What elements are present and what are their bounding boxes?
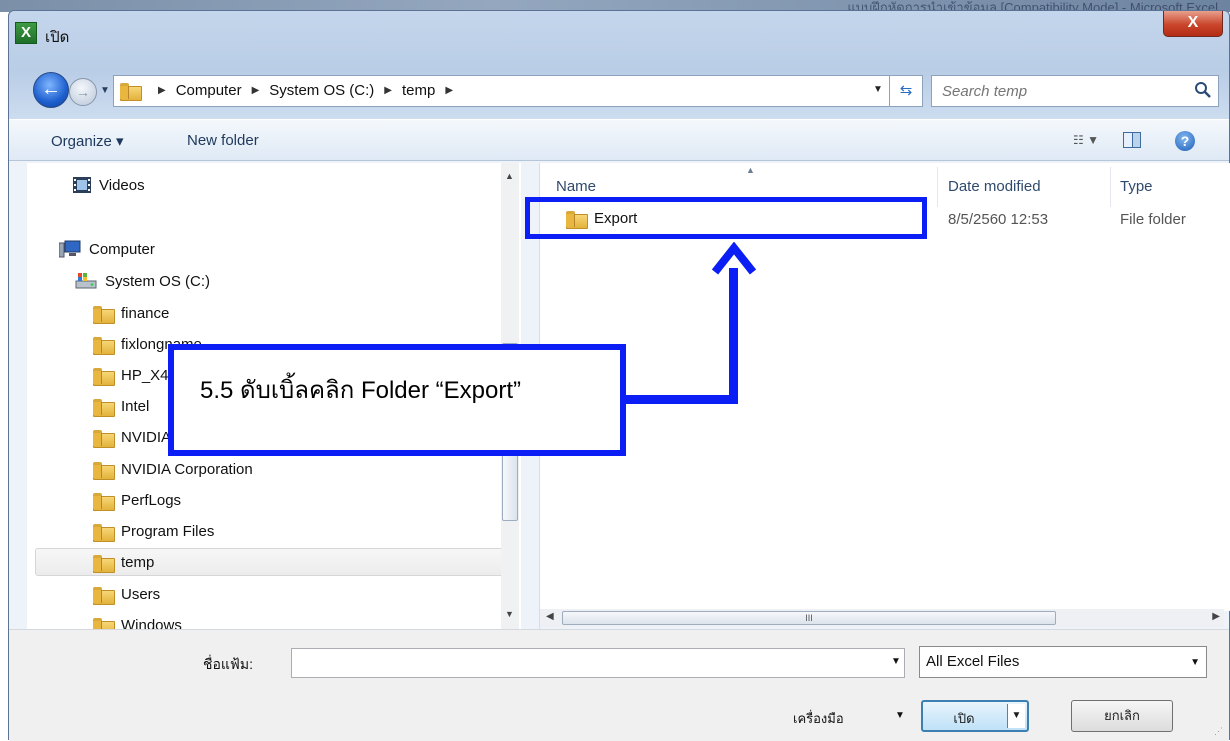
tree-item-folder[interactable]: Intel bbox=[93, 392, 149, 420]
breadcrumb-item-computer[interactable]: Computer bbox=[176, 82, 242, 99]
filename-input[interactable] bbox=[291, 648, 905, 678]
resize-grip-icon[interactable]: ⋰ bbox=[1214, 726, 1223, 737]
file-type: File folder bbox=[1120, 211, 1186, 228]
annotation-arrow-shaft bbox=[729, 268, 738, 404]
tree-label: Intel bbox=[121, 397, 150, 415]
tree-label: PerfLogs bbox=[121, 491, 182, 509]
command-bar: Organize ▾ New folder ☷ ▼ ? bbox=[9, 119, 1229, 161]
dialog-footer: ชื่อแฟ้ม: ▼ All Excel Files ▼ เครื่องมือ… bbox=[9, 629, 1229, 741]
search-icon[interactable] bbox=[1194, 81, 1212, 99]
file-type-value: All Excel Files bbox=[926, 653, 1020, 670]
chevron-down-icon: ▼ bbox=[1190, 657, 1200, 668]
breadcrumb-chevron-icon[interactable]: ▶ bbox=[445, 85, 453, 96]
breadcrumb-item-temp[interactable]: temp bbox=[402, 82, 435, 99]
annotation-arrow-connector bbox=[620, 395, 738, 404]
open-button-label: เปิด bbox=[953, 711, 975, 726]
breadcrumb: ▶ Computer ▶ System OS (C:) ▶ temp ▶ bbox=[158, 82, 454, 99]
tree-label: NVIDIA bbox=[121, 428, 172, 446]
folder-icon bbox=[93, 586, 115, 605]
tree-item-folder[interactable]: PerfLogs bbox=[93, 486, 181, 514]
videos-icon bbox=[73, 177, 91, 193]
recent-pages-dropdown[interactable]: ▼ bbox=[100, 85, 110, 96]
refresh-button[interactable]: ⇆ bbox=[889, 75, 923, 107]
folder-icon bbox=[93, 305, 115, 324]
tree-label: Computer bbox=[89, 240, 155, 258]
column-header-name[interactable]: Name bbox=[556, 178, 596, 195]
column-header-type[interactable]: Type bbox=[1120, 178, 1153, 195]
tree-item-drive[interactable]: System OS (C:) bbox=[75, 267, 210, 295]
dialog-titlebar[interactable]: X เปิด X bbox=[9, 11, 1229, 61]
tree-item-folder[interactable]: Users bbox=[93, 580, 160, 608]
folder-icon bbox=[93, 617, 115, 629]
tree-label: NVIDIA Corporation bbox=[121, 460, 253, 478]
tree-label: temp bbox=[121, 553, 155, 571]
computer-icon bbox=[59, 240, 81, 258]
horizontal-scrollbar[interactable]: ◀ III ▶ bbox=[540, 609, 1224, 627]
filename-dropdown-icon[interactable]: ▼ bbox=[891, 656, 901, 667]
folder-icon bbox=[93, 429, 115, 448]
search-input[interactable] bbox=[940, 82, 1180, 101]
folder-icon bbox=[93, 336, 115, 355]
tree-item-folder[interactable]: Program Files bbox=[93, 517, 214, 545]
tree-label: Windows bbox=[121, 616, 182, 630]
file-date: 8/5/2560 12:53 bbox=[948, 211, 1049, 228]
scroll-up-icon[interactable]: ▲ bbox=[505, 171, 514, 181]
tree-item-folder[interactable]: Windows bbox=[93, 611, 182, 629]
folder-icon bbox=[93, 367, 115, 386]
open-options-dropdown-icon[interactable]: ▼ bbox=[1007, 704, 1025, 728]
excel-icon: X bbox=[15, 22, 37, 44]
file-type-select[interactable]: All Excel Files ▼ bbox=[919, 646, 1207, 678]
sort-arrow-icon: ▲ bbox=[746, 165, 755, 175]
drive-icon bbox=[75, 273, 97, 289]
tree-item-folder[interactable]: NVIDIA bbox=[93, 423, 171, 451]
forward-button[interactable]: → bbox=[69, 78, 97, 106]
change-view-icon[interactable]: ☷ ▼ bbox=[1073, 133, 1099, 147]
close-button[interactable]: X bbox=[1163, 11, 1223, 37]
tree-item-folder[interactable]: finance bbox=[93, 299, 169, 327]
breadcrumb-item-drive[interactable]: System OS (C:) bbox=[269, 82, 374, 99]
help-icon[interactable]: ? bbox=[1175, 131, 1195, 151]
folder-icon bbox=[93, 398, 115, 417]
scroll-left-icon[interactable]: ◀ bbox=[546, 611, 554, 622]
folder-icon bbox=[93, 461, 115, 480]
scrollbar-thumb[interactable]: III bbox=[562, 611, 1056, 625]
tree-label: Videos bbox=[99, 176, 145, 194]
tree-item-folder[interactable]: NVIDIA Corporation bbox=[93, 455, 253, 483]
organize-button[interactable]: Organize ▾ bbox=[51, 132, 124, 150]
export-highlight-box bbox=[525, 197, 927, 239]
tree-label: Users bbox=[121, 585, 161, 603]
tree-item-computer[interactable]: Computer bbox=[59, 235, 155, 263]
tree-item-folder[interactable]: HP_X47 bbox=[93, 361, 177, 389]
tree-item-folder-selected[interactable]: temp bbox=[35, 548, 505, 576]
dialog-title: เปิด bbox=[45, 29, 70, 46]
folder-icon bbox=[93, 523, 115, 542]
preview-pane-icon[interactable] bbox=[1123, 132, 1141, 148]
annotation-callout: 5.5 ดับเบิ้ลคลิก Folder “Export” bbox=[168, 344, 626, 456]
address-bar[interactable]: ▶ Computer ▶ System OS (C:) ▶ temp ▶ bbox=[113, 75, 895, 107]
tools-dropdown-icon[interactable]: ▼ bbox=[895, 710, 905, 721]
search-box bbox=[931, 75, 1219, 107]
tools-button[interactable]: เครื่องมือ bbox=[793, 708, 844, 729]
folder-icon bbox=[93, 492, 115, 511]
tree-item-videos[interactable]: Videos bbox=[73, 171, 145, 199]
annotation-text: 5.5 ดับเบิ้ลคลิก Folder “Export” bbox=[200, 377, 521, 404]
scroll-right-icon[interactable]: ▶ bbox=[1212, 611, 1220, 622]
column-header-date[interactable]: Date modified bbox=[948, 178, 1041, 195]
address-dropdown-icon[interactable]: ▼ bbox=[873, 84, 887, 95]
new-folder-button[interactable]: New folder bbox=[187, 132, 259, 149]
tree-label: finance bbox=[121, 304, 170, 322]
arrow-up-icon bbox=[711, 242, 757, 275]
open-button[interactable]: เปิด ▼ bbox=[921, 700, 1029, 732]
tree-label: Program Files bbox=[121, 522, 215, 540]
back-button[interactable]: ← bbox=[33, 72, 69, 108]
filename-label: ชื่อแฟ้ม: bbox=[203, 656, 253, 672]
tree-label: System OS (C:) bbox=[105, 272, 211, 290]
cancel-button[interactable]: ยกเลิก bbox=[1071, 700, 1173, 732]
scroll-down-icon[interactable]: ▼ bbox=[505, 609, 514, 619]
folder-icon bbox=[93, 554, 115, 573]
